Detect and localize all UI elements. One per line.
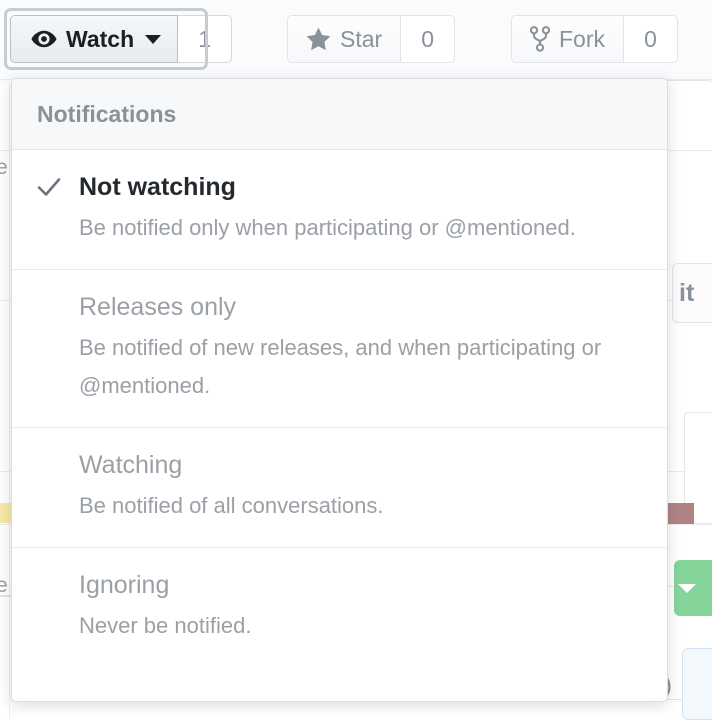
- notification-option-ignoring[interactable]: Ignoring Never be notified.: [12, 548, 667, 667]
- watch-button-label: Watch: [66, 25, 135, 52]
- fork-button[interactable]: Fork: [511, 15, 624, 63]
- background-green-button[interactable]: [674, 560, 712, 616]
- star-button-label: Star: [340, 25, 383, 52]
- notification-option-title: Releases only: [79, 293, 237, 321]
- chevron-down-icon: [145, 34, 162, 44]
- notifications-dropdown-title: Notifications: [37, 100, 177, 127]
- notification-option-title: Watching: [79, 451, 183, 479]
- star-button-group: Star 0: [287, 15, 456, 63]
- notification-option-title: Ignoring: [79, 571, 170, 599]
- star-icon: [306, 27, 331, 51]
- repo-actions-toolbar: Watch 1 Star 0 Fork 0: [0, 0, 712, 80]
- notification-option-releases-only[interactable]: Releases only Be notified of new release…: [12, 270, 667, 428]
- background-blue-panel: [682, 648, 712, 720]
- background-left-text-bottom: e: [0, 574, 8, 597]
- background-edit-button[interactable]: it: [672, 263, 712, 323]
- fork-button-group: Fork 0: [511, 15, 678, 63]
- notification-option-description: Be notified of new releases, and when pa…: [79, 335, 602, 398]
- watch-count[interactable]: 1: [178, 15, 233, 63]
- notification-option-description: Be notified of all conversations.: [79, 493, 384, 518]
- watch-button-group: Watch 1: [10, 15, 233, 63]
- notifications-dropdown-header: Notifications: [12, 79, 667, 150]
- notifications-dropdown: Notifications Not watching Be notified o…: [11, 78, 668, 702]
- screen-root: e e it ) Watch 1 Star 0 Fork 0 Notificat…: [0, 0, 712, 720]
- fork-count[interactable]: 0: [624, 15, 678, 63]
- background-left-text-top: e: [0, 156, 8, 179]
- chevron-down-icon: [678, 584, 696, 593]
- notification-option-not-watching[interactable]: Not watching Be notified only when parti…: [12, 150, 667, 270]
- star-button[interactable]: Star: [287, 15, 402, 63]
- star-count[interactable]: 0: [401, 15, 456, 63]
- eye-icon: [31, 30, 57, 48]
- notification-option-watching[interactable]: Watching Be notified of all conversation…: [12, 428, 667, 548]
- fork-icon: [530, 26, 550, 52]
- notification-option-description: Never be notified.: [79, 613, 252, 638]
- notification-option-body: Not watching Be notified only when parti…: [79, 172, 642, 247]
- notification-option-body: Watching Be notified of all conversation…: [79, 450, 642, 525]
- fork-button-label: Fork: [559, 25, 605, 52]
- notification-option-body: Releases only Be notified of new release…: [79, 292, 642, 405]
- check-icon: [37, 172, 79, 198]
- notification-option-title: Not watching: [79, 173, 236, 201]
- notification-option-body: Ignoring Never be notified.: [79, 570, 642, 645]
- watch-button[interactable]: Watch: [10, 15, 179, 63]
- notification-option-description: Be notified only when participating or @…: [79, 215, 576, 240]
- background-edit-button-label: it: [679, 278, 695, 307]
